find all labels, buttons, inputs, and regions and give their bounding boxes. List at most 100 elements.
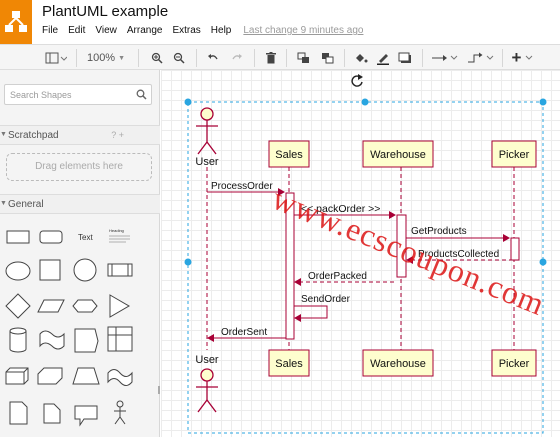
table-shape[interactable] bbox=[107, 326, 133, 352]
search-input[interactable]: Search Shapes bbox=[4, 84, 152, 105]
shape-palette: Text Heading bbox=[5, 228, 160, 427]
zoom-out-button[interactable] bbox=[170, 49, 188, 67]
user-label-bottom: User bbox=[195, 354, 219, 366]
zoom-out-icon bbox=[173, 52, 185, 64]
chevron-down-icon: ▼ bbox=[118, 54, 126, 62]
trash-icon bbox=[266, 52, 276, 64]
general-header[interactable]: ▼ General bbox=[0, 194, 160, 214]
format-panel-button[interactable] bbox=[42, 49, 70, 67]
sidebar-resize-handle[interactable] bbox=[158, 386, 160, 394]
tape-shape[interactable] bbox=[39, 330, 65, 350]
undo-button[interactable] bbox=[204, 49, 222, 67]
scratchpad-header[interactable]: ▼ Scratchpad ? + bbox=[0, 125, 160, 145]
toolbar-separator bbox=[344, 49, 345, 67]
line-color-button[interactable] bbox=[374, 49, 392, 67]
diamond-shape[interactable] bbox=[5, 293, 31, 319]
msg-order-sent: OrderSent bbox=[221, 327, 267, 338]
pencil-icon bbox=[377, 53, 389, 65]
to-front-button[interactable] bbox=[294, 49, 312, 67]
insert-button[interactable]: + bbox=[508, 48, 538, 67]
document-title[interactable]: PlantUML example bbox=[42, 3, 168, 20]
toolbar-separator bbox=[422, 49, 423, 67]
last-change-link[interactable]: Last change 9 minutes ago bbox=[243, 25, 363, 36]
ellipse-shape[interactable] bbox=[5, 261, 31, 281]
scratchpad-help[interactable]: ? + bbox=[111, 130, 124, 140]
heading-shape[interactable]: Heading bbox=[109, 228, 124, 233]
scratchpad-drop-zone[interactable]: Drag elements here bbox=[6, 153, 152, 181]
triangle-shape[interactable] bbox=[109, 294, 130, 318]
zoom-value: 100% bbox=[86, 52, 116, 64]
app-header: PlantUML example File Edit View Arrange … bbox=[0, 0, 560, 44]
to-back-icon bbox=[321, 53, 333, 64]
waypoints-button[interactable] bbox=[466, 49, 496, 67]
warehouse-label-top: Warehouse bbox=[370, 149, 426, 161]
callout-shape[interactable] bbox=[74, 405, 98, 427]
arrow-right-icon bbox=[432, 55, 458, 61]
rectangle-shape[interactable] bbox=[6, 230, 30, 244]
menubar: File Edit View Arrange Extras Help Last … bbox=[42, 25, 373, 36]
redo-button[interactable] bbox=[228, 49, 246, 67]
to-front-icon bbox=[297, 52, 309, 63]
document-shape[interactable] bbox=[74, 328, 99, 353]
chevron-down-icon bbox=[526, 55, 533, 60]
sales-label-bottom: Sales bbox=[275, 358, 303, 370]
toolbar-separator bbox=[286, 49, 287, 67]
search-icon[interactable] bbox=[136, 89, 147, 100]
menu-file[interactable]: File bbox=[42, 25, 58, 36]
msg-get-products: GetProducts bbox=[411, 226, 467, 237]
sequence-diagram: User Sales Warehouse Picker User Sales W… bbox=[184, 74, 547, 434]
text-shape[interactable]: Text bbox=[78, 233, 93, 242]
trapezoid-shape[interactable] bbox=[72, 367, 100, 385]
menu-extras[interactable]: Extras bbox=[172, 25, 200, 36]
shapes-sidebar: Search Shapes ▼ Scratchpad ? + Drag elem… bbox=[0, 70, 160, 437]
panel-icon bbox=[45, 52, 67, 64]
cube-shape[interactable] bbox=[5, 367, 29, 385]
caret-down-icon: ▼ bbox=[0, 131, 7, 138]
rotate-icon[interactable] bbox=[351, 74, 363, 87]
logo-icon bbox=[5, 11, 27, 32]
delete-button[interactable] bbox=[262, 49, 280, 67]
card-shape[interactable] bbox=[43, 403, 61, 424]
fill-color-button[interactable] bbox=[352, 49, 370, 67]
general-label: General bbox=[8, 199, 44, 210]
connection-button[interactable] bbox=[430, 49, 460, 67]
msg-process-order: ProcessOrder bbox=[211, 181, 273, 192]
note-shape[interactable] bbox=[9, 401, 28, 425]
rounded-rectangle-shape[interactable] bbox=[39, 230, 63, 244]
drawio-logo[interactable] bbox=[0, 0, 32, 44]
circle-shape[interactable] bbox=[73, 258, 97, 282]
toolbar: 100% ▼ + bbox=[0, 44, 560, 70]
menu-help[interactable]: Help bbox=[211, 25, 232, 36]
to-back-button[interactable] bbox=[318, 49, 336, 67]
actor-user-bottom[interactable] bbox=[196, 368, 218, 413]
actor-shape[interactable] bbox=[114, 400, 126, 425]
menu-arrange[interactable]: Arrange bbox=[127, 25, 163, 36]
toolbar-separator bbox=[196, 49, 197, 67]
undo-icon bbox=[208, 54, 218, 60]
wave-shape[interactable] bbox=[107, 369, 133, 386]
hexagon-shape[interactable] bbox=[72, 299, 98, 313]
actor-user-top[interactable] bbox=[196, 107, 218, 155]
toolbar-separator bbox=[254, 49, 255, 67]
menu-view[interactable]: View bbox=[95, 25, 117, 36]
parallelogram-shape[interactable] bbox=[37, 299, 65, 313]
paint-bucket-icon bbox=[356, 53, 368, 62]
step-shape[interactable] bbox=[37, 367, 63, 385]
picker-label-bottom: Picker bbox=[499, 358, 530, 370]
plus-icon: + bbox=[511, 48, 522, 67]
msg-order-packed: OrderPacked bbox=[308, 271, 367, 282]
square-shape[interactable] bbox=[39, 259, 61, 281]
shadow-icon bbox=[398, 52, 411, 63]
picker-label-top: Picker bbox=[499, 149, 530, 161]
menu-edit[interactable]: Edit bbox=[68, 25, 85, 36]
zoom-in-icon bbox=[151, 52, 163, 64]
sales-label-top: Sales bbox=[275, 149, 303, 161]
zoom-select[interactable]: 100% ▼ bbox=[86, 49, 126, 67]
elbow-connector-icon bbox=[468, 52, 494, 63]
shadow-button[interactable] bbox=[396, 49, 414, 67]
diagram-canvas[interactable]: User Sales Warehouse Picker User Sales W… bbox=[161, 70, 560, 437]
msg-pack-order: << packOrder >> bbox=[301, 203, 380, 215]
user-label-top: User bbox=[195, 156, 219, 168]
zoom-in-button[interactable] bbox=[148, 49, 166, 67]
toolbar-separator bbox=[502, 49, 503, 67]
